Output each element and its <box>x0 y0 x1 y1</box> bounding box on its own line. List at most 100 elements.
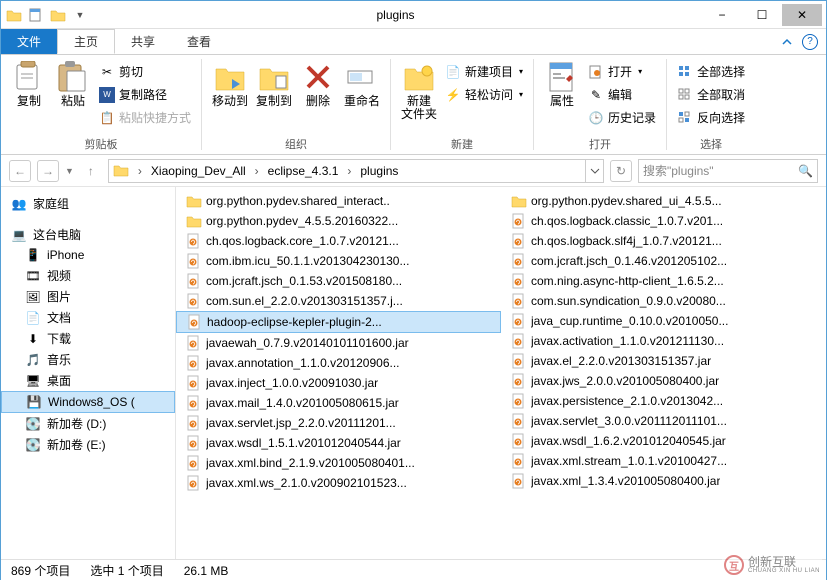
file-item[interactable]: com.ning.async-http-client_1.6.5.2... <box>501 271 826 291</box>
file-item[interactable]: ch.qos.logback.classic_1.0.7.v201... <box>501 211 826 231</box>
edit-button[interactable]: ✎编辑 <box>584 84 660 105</box>
file-item[interactable]: com.ibm.icu_50.1.1.v201304230130... <box>176 251 501 271</box>
back-button[interactable]: ← <box>9 160 31 182</box>
file-item[interactable]: hadoop-eclipse-kepler-plugin-2... <box>176 311 501 333</box>
file-item[interactable]: javaewah_0.7.9.v20140101101600.jar <box>176 333 501 353</box>
status-size: 26.1 MB <box>184 564 229 578</box>
breadcrumb-item[interactable]: Xiaoping_Dev_All <box>145 160 252 182</box>
jar-icon <box>187 314 203 330</box>
sidebar-item-downloads[interactable]: ⬇下载 <box>1 328 175 349</box>
copy-path-button[interactable]: W复制路径 <box>95 84 195 105</box>
properties-button[interactable]: 属性 <box>540 57 584 108</box>
qat-dropdown-icon[interactable]: ▼ <box>71 6 89 24</box>
file-item[interactable]: javax.wsdl_1.5.1.v201012040544.jar <box>176 433 501 453</box>
sidebar-item-thispc[interactable]: 💻这台电脑 <box>1 224 175 245</box>
minimize-button[interactable]: − <box>702 4 742 26</box>
chevron-right-icon[interactable]: › <box>135 164 145 178</box>
file-item[interactable]: org.python.pydev.shared_ui_4.5.5... <box>501 191 826 211</box>
file-item[interactable]: java_cup.runtime_0.10.0.v2010050... <box>501 311 826 331</box>
tab-file[interactable]: 文件 <box>1 29 57 54</box>
forward-button[interactable]: → <box>37 160 59 182</box>
refresh-button[interactable]: ↻ <box>610 160 632 182</box>
sidebar-item-videos[interactable]: 🎞视频 <box>1 265 175 286</box>
file-item[interactable]: javax.mail_1.4.0.v201005080615.jar <box>176 393 501 413</box>
paste-shortcut-icon: 📋 <box>99 110 115 126</box>
sidebar-item-homegroup[interactable]: 👥家庭组 <box>1 193 175 214</box>
invert-selection-button[interactable]: 反向选择 <box>673 107 749 128</box>
file-item[interactable]: javax.xml.stream_1.0.1.v20100427... <box>501 451 826 471</box>
file-item[interactable]: javax.jws_2.0.0.v201005080400.jar <box>501 371 826 391</box>
drive-icon: 💽 <box>25 416 41 432</box>
file-item[interactable]: javax.xml.ws_2.1.0.v200902101523... <box>176 473 501 493</box>
cut-button[interactable]: ✂剪切 <box>95 61 195 82</box>
file-item[interactable]: javax.servlet_3.0.0.v201112011101... <box>501 411 826 431</box>
qat-props-icon[interactable] <box>27 6 45 24</box>
tab-view[interactable]: 查看 <box>171 29 227 54</box>
device-icon: 📱 <box>25 247 41 263</box>
sidebar-item-drive-d[interactable]: 💽新加卷 (D:) <box>1 413 175 434</box>
rename-button[interactable]: 重命名 <box>340 57 384 108</box>
file-name: javax.xml.stream_1.0.1.v20100427... <box>531 454 727 468</box>
sidebar-item-drive-e[interactable]: 💽新加卷 (E:) <box>1 434 175 455</box>
breadcrumb-item[interactable]: plugins <box>354 160 404 182</box>
close-button[interactable]: ✕ <box>782 4 822 26</box>
history-button[interactable]: 🕒历史记录 <box>584 107 660 128</box>
help-icon[interactable]: ? <box>802 34 818 50</box>
file-item[interactable]: javax.inject_1.0.0.v20091030.jar <box>176 373 501 393</box>
file-name: org.python.pydev.shared_ui_4.5.5... <box>531 194 722 208</box>
jar-icon <box>186 375 202 391</box>
breadcrumb-dropdown-icon[interactable] <box>585 160 603 182</box>
jar-icon <box>511 213 527 229</box>
easy-access-button[interactable]: ⚡轻松访问▾ <box>441 84 527 105</box>
jar-icon <box>511 453 527 469</box>
file-item[interactable]: com.sun.el_2.2.0.v201303151357.j... <box>176 291 501 311</box>
sidebar-item-iphone[interactable]: 📱iPhone <box>1 245 175 265</box>
paste-button[interactable]: 粘贴 <box>51 57 95 108</box>
sidebar-item-os-drive[interactable]: 💾Windows8_OS ( <box>1 391 175 413</box>
move-to-button[interactable]: 移动到 <box>208 57 252 108</box>
select-all-button[interactable]: 全部选择 <box>673 61 749 82</box>
file-item[interactable]: javax.el_2.2.0.v201303151357.jar <box>501 351 826 371</box>
file-item[interactable]: com.jcraft.jsch_0.1.53.v201508180... <box>176 271 501 291</box>
new-folder-button[interactable]: 新建 文件夹 <box>397 57 441 121</box>
up-button[interactable]: ↑ <box>80 160 102 182</box>
search-box[interactable]: 搜索"plugins" 🔍 <box>638 159 818 183</box>
computer-icon: 💻 <box>11 227 27 243</box>
breadcrumb-bar[interactable]: › Xiaoping_Dev_All › eclipse_4.3.1 › plu… <box>108 159 604 183</box>
collapse-ribbon-icon[interactable] <box>780 35 794 49</box>
file-item[interactable]: ch.qos.logback.core_1.0.7.v20121... <box>176 231 501 251</box>
tab-share[interactable]: 共享 <box>115 29 171 54</box>
tab-home[interactable]: 主页 <box>57 29 115 54</box>
sidebar-item-music[interactable]: 🎵音乐 <box>1 349 175 370</box>
file-item[interactable]: javax.persistence_2.1.0.v2013042... <box>501 391 826 411</box>
file-item[interactable]: javax.activation_1.1.0.v201211130... <box>501 331 826 351</box>
copy-button[interactable]: 复制 <box>7 57 51 108</box>
sidebar-item-desktop[interactable]: 🖥桌面 <box>1 370 175 391</box>
file-item[interactable]: org.python.pydev_4.5.5.20160322... <box>176 211 501 231</box>
sidebar-item-documents[interactable]: 📄文档 <box>1 307 175 328</box>
recent-dropdown-icon[interactable]: ▼ <box>65 166 74 176</box>
breadcrumb-item[interactable]: eclipse_4.3.1 <box>262 160 345 182</box>
file-item[interactable]: org.python.pydev.shared_interact.. <box>176 191 501 211</box>
file-item[interactable]: ch.qos.logback.slf4j_1.0.7.v20121... <box>501 231 826 251</box>
jar-icon <box>511 313 527 329</box>
jar-icon <box>511 373 527 389</box>
file-item[interactable]: javax.xml.bind_2.1.9.v201005080401... <box>176 453 501 473</box>
qat-newfolder-icon[interactable] <box>49 6 67 24</box>
easy-access-icon: ⚡ <box>445 87 461 103</box>
sidebar-item-pictures[interactable]: 🖼图片 <box>1 286 175 307</box>
select-none-button[interactable]: 全部取消 <box>673 84 749 105</box>
chevron-right-icon[interactable]: › <box>344 164 354 178</box>
chevron-right-icon[interactable]: › <box>252 164 262 178</box>
maximize-button[interactable]: ☐ <box>742 4 782 26</box>
file-item[interactable]: com.sun.syndication_0.9.0.v20080... <box>501 291 826 311</box>
new-item-button[interactable]: 📄新建项目▾ <box>441 61 527 82</box>
delete-button[interactable]: 删除 <box>296 57 340 108</box>
file-item[interactable]: javax.annotation_1.1.0.v20120906... <box>176 353 501 373</box>
file-item[interactable]: javax.xml_1.3.4.v201005080400.jar <box>501 471 826 491</box>
open-button[interactable]: 打开▾ <box>584 61 660 82</box>
copy-to-button[interactable]: 复制到 <box>252 57 296 108</box>
file-item[interactable]: com.jcraft.jsch_0.1.46.v201205102... <box>501 251 826 271</box>
file-item[interactable]: javax.servlet.jsp_2.2.0.v20111201... <box>176 413 501 433</box>
file-item[interactable]: javax.wsdl_1.6.2.v201012040545.jar <box>501 431 826 451</box>
